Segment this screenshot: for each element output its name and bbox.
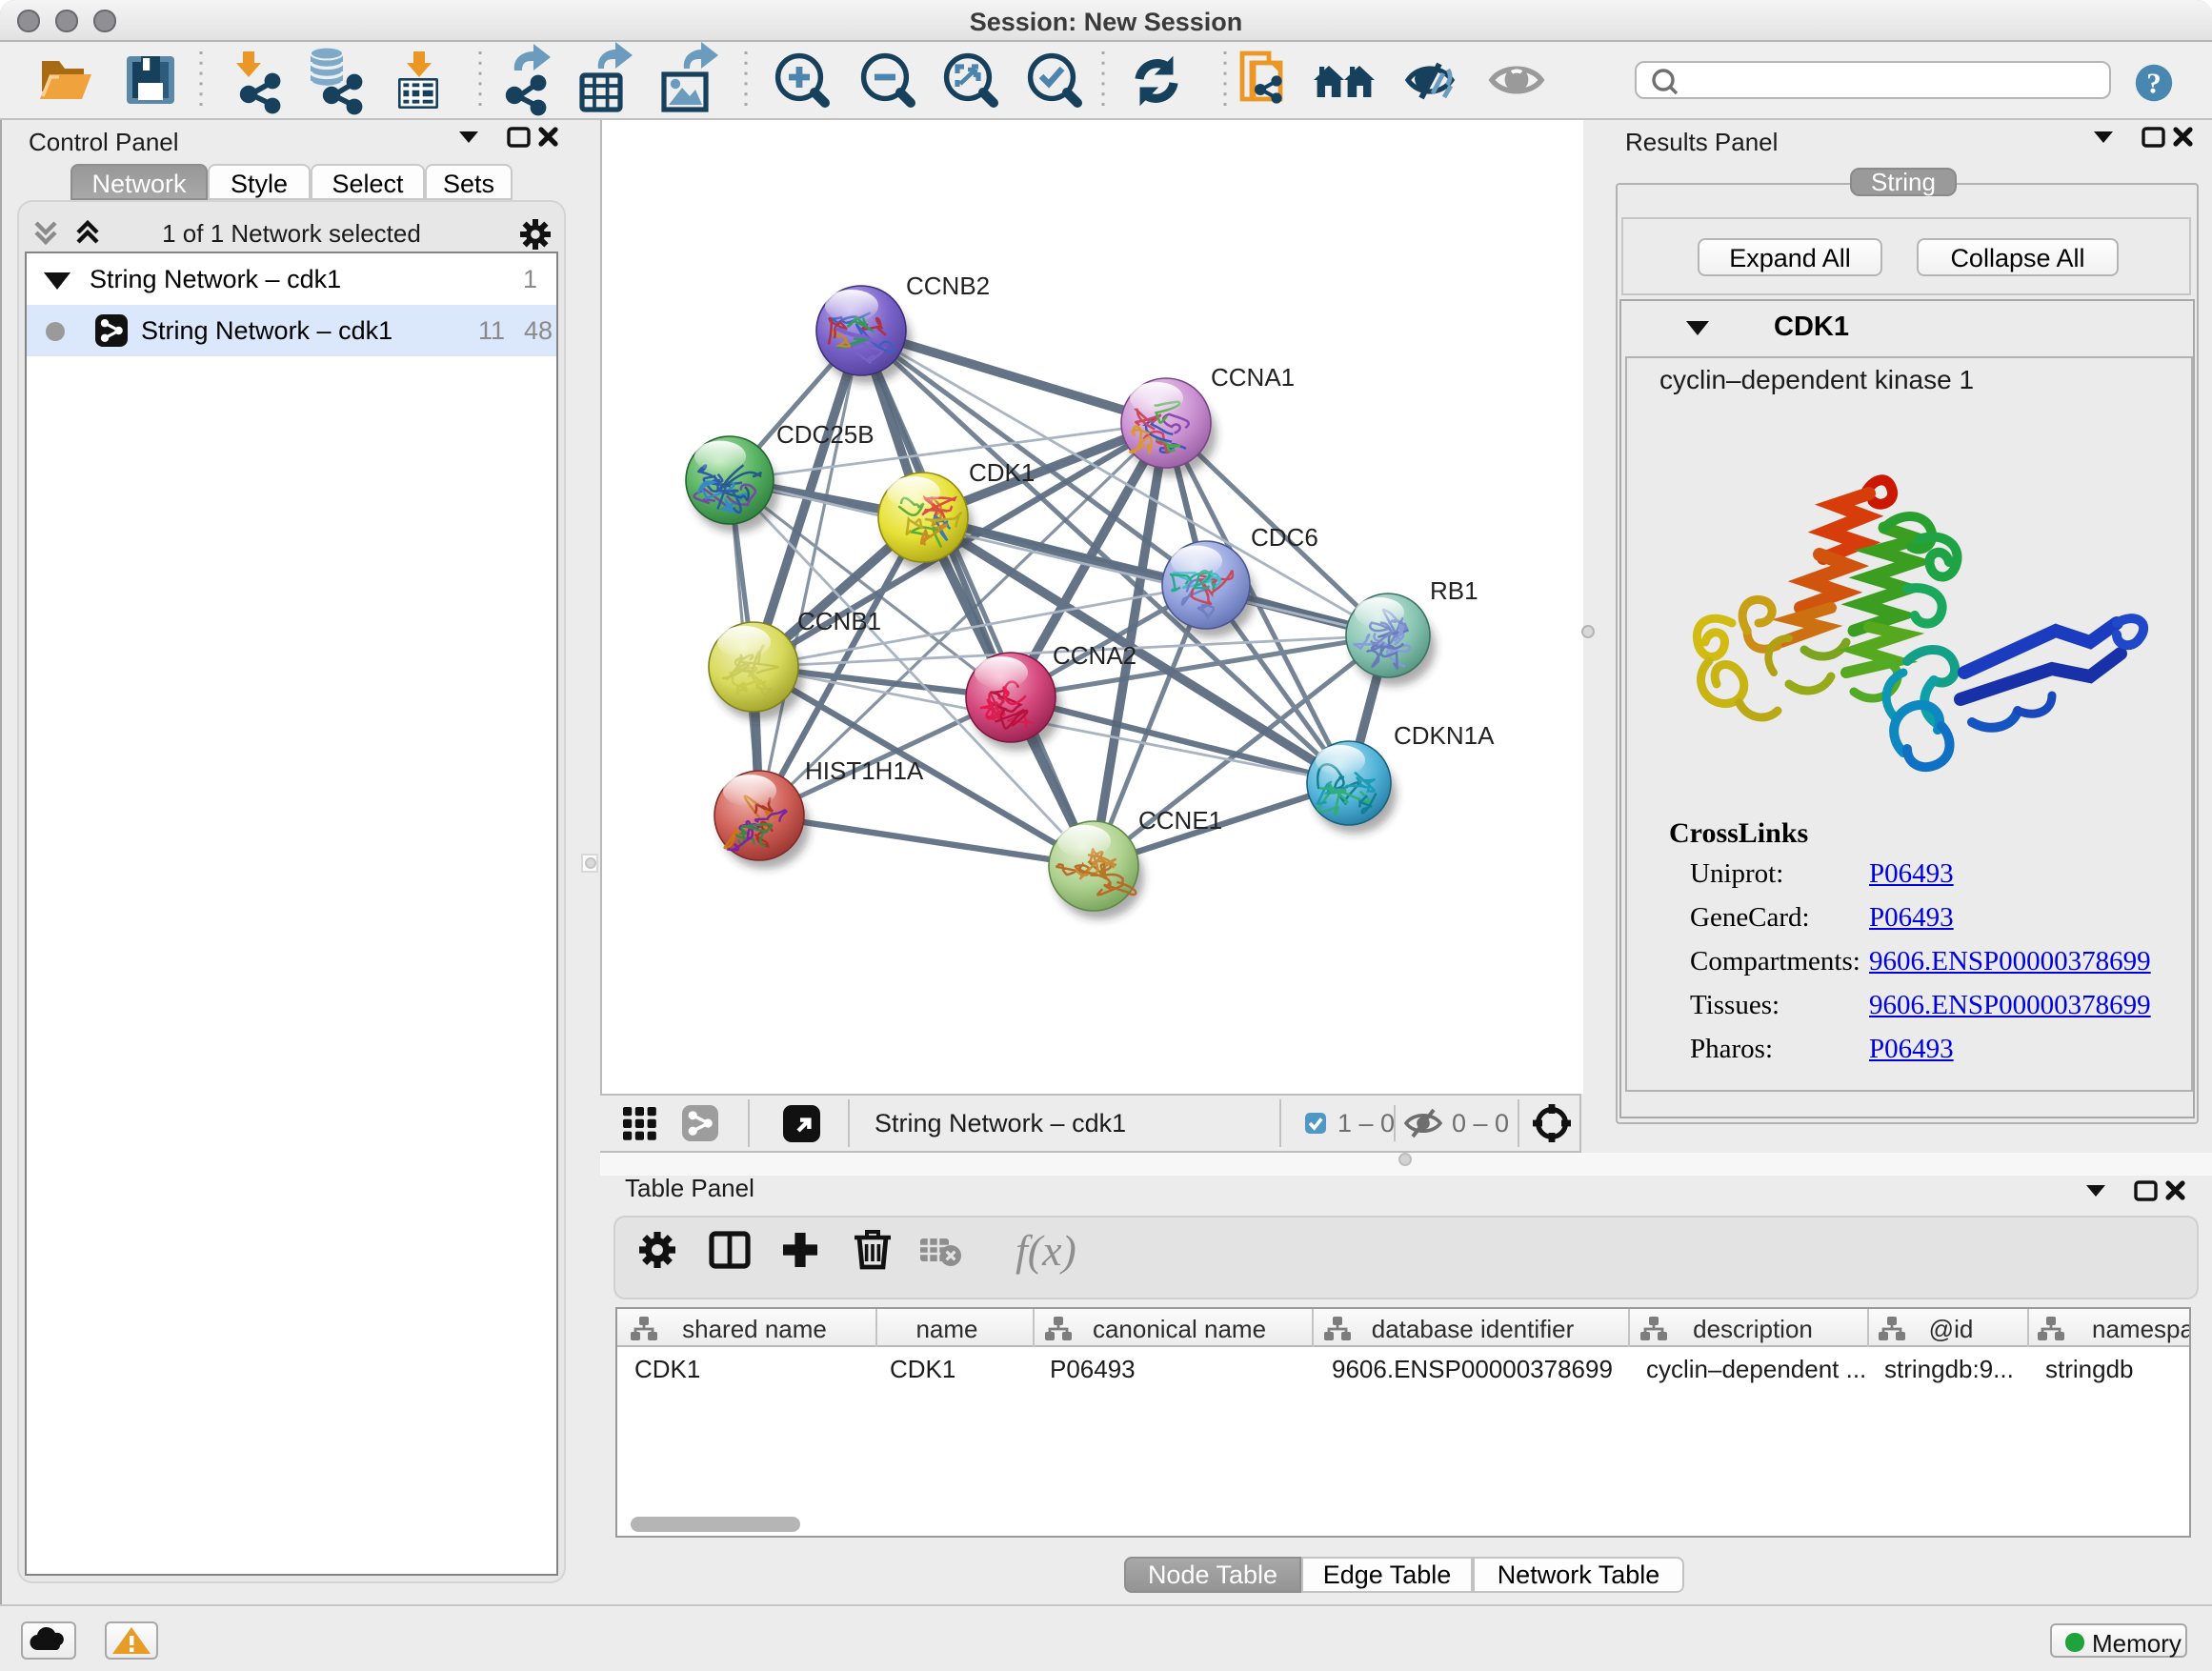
svg-text:RB1: RB1 (1430, 576, 1478, 605)
svg-text:CDKN1A: CDKN1A (1394, 721, 1495, 750)
svg-text:description: description (1693, 1314, 1813, 1342)
svg-text:CDK1: CDK1 (890, 1354, 955, 1382)
svg-text:HIST1H1A: HIST1H1A (805, 756, 924, 785)
svg-text:stringdb:9...: stringdb:9... (1884, 1354, 2014, 1382)
svg-text:stringdb: stringdb (2045, 1354, 2134, 1382)
svg-text:?: ? (2146, 66, 2162, 99)
svg-text:canonical name: canonical name (1093, 1314, 1266, 1342)
svg-text:9606.ENSP00000378699: 9606.ENSP00000378699 (1332, 1354, 1613, 1382)
svg-text:CCNA1: CCNA1 (1211, 363, 1295, 392)
svg-text:CDC25B: CDC25B (776, 420, 875, 449)
svg-text:name: name (915, 1314, 977, 1342)
svg-text:0 – 0: 0 – 0 (1452, 1109, 1509, 1137)
svg-text:CCNB1: CCNB1 (797, 607, 881, 635)
svg-text:String Network – cdk1: String Network – cdk1 (875, 1109, 1126, 1137)
svg-text:P06493: P06493 (1050, 1354, 1136, 1382)
svg-text:CCNA2: CCNA2 (1053, 641, 1136, 670)
svg-text:CCNB2: CCNB2 (906, 272, 990, 300)
svg-text:database identifier: database identifier (1372, 1314, 1575, 1342)
svg-text:CDK1: CDK1 (969, 458, 1035, 487)
svg-text:CDK1: CDK1 (634, 1354, 700, 1382)
svg-text:shared name: shared name (682, 1314, 827, 1342)
svg-text:cyclin–dependent ...: cyclin–dependent ... (1646, 1354, 1866, 1382)
svg-text:f(x): f(x) (1016, 1226, 1076, 1275)
svg-text:1 – 0: 1 – 0 (1337, 1109, 1395, 1137)
svg-text:CDC6: CDC6 (1251, 523, 1318, 552)
svg-text:namespac: namespac (2092, 1314, 2189, 1342)
svg-text:@id: @id (1929, 1314, 1974, 1342)
svg-text:CCNE1: CCNE1 (1138, 806, 1222, 835)
